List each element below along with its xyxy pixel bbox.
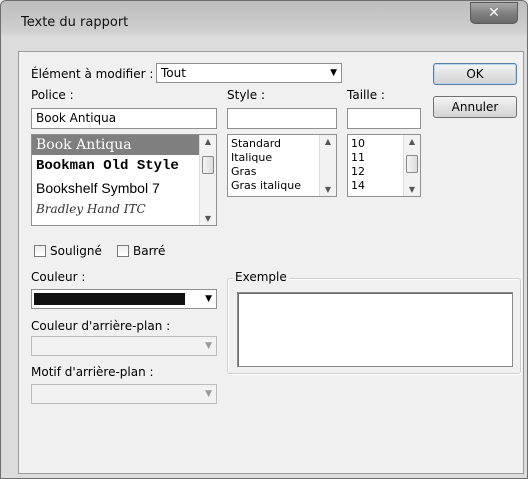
- font-list-item[interactable]: Bradley Hand ITC: [32, 199, 216, 219]
- style-list-scrollbar[interactable]: ▲ ▼: [319, 135, 336, 196]
- font-list-scrollbar[interactable]: ▲ ▼: [199, 135, 216, 225]
- element-label: Élément à modifier :: [31, 67, 154, 81]
- font-list-item-selected[interactable]: Book Antiqua: [32, 135, 200, 155]
- font-list-item[interactable]: Bookshelf Symbol 7: [32, 177, 216, 199]
- scroll-up-arrow-icon[interactable]: ▲: [404, 137, 420, 146]
- preview-box: [237, 292, 513, 367]
- close-icon: ✕: [488, 5, 500, 21]
- chevron-down-icon: ▼: [205, 294, 212, 304]
- underline-label[interactable]: Souligné: [50, 244, 102, 258]
- scroll-thumb[interactable]: [202, 156, 214, 174]
- font-list[interactable]: Book Antiqua Bookman Old Style Bookshelf…: [31, 134, 217, 226]
- dialog-window: Texte du rapport ✕ Élément à modifier : …: [0, 0, 528, 479]
- color-select[interactable]: ▼: [31, 289, 217, 309]
- color-swatch: [34, 293, 185, 305]
- dialog-client-area: Élément à modifier : Tout ▼ OK Annuler P…: [18, 51, 524, 474]
- style-label: Style :: [227, 88, 265, 102]
- size-list-scrollbar[interactable]: ▲ ▼: [403, 135, 420, 196]
- size-list[interactable]: 10 11 12 14 ▲ ▼: [347, 134, 421, 197]
- font-list-item[interactable]: Bookman Old Style: [32, 155, 216, 177]
- preview-group-label: Exemple: [233, 270, 289, 284]
- size-input[interactable]: [347, 108, 421, 129]
- bg-pattern-label: Motif d'arrière-plan :: [31, 365, 154, 379]
- style-list[interactable]: Standard Italique Gras Gras italique ▲ ▼: [227, 134, 337, 197]
- size-label: Taille :: [347, 88, 385, 102]
- window-title: Texte du rapport: [21, 15, 129, 30]
- color-label: Couleur :: [31, 270, 86, 284]
- ok-button[interactable]: OK: [433, 63, 517, 85]
- element-select-value: Tout: [161, 66, 186, 80]
- chevron-down-icon: ▼: [205, 341, 212, 351]
- title-bar[interactable]: Texte du rapport ✕: [1, 1, 527, 37]
- font-input[interactable]: Book Antiqua: [31, 108, 217, 129]
- element-select[interactable]: Tout ▼: [156, 63, 342, 83]
- scroll-down-arrow-icon[interactable]: ▼: [200, 214, 216, 223]
- bg-pattern-select[interactable]: ▼: [31, 384, 217, 404]
- close-button[interactable]: ✕: [470, 2, 518, 24]
- scroll-up-arrow-icon[interactable]: ▲: [200, 137, 216, 146]
- bg-color-label: Couleur d'arrière-plan :: [31, 319, 171, 333]
- scroll-down-arrow-icon[interactable]: ▼: [404, 185, 420, 194]
- scroll-thumb[interactable]: [406, 155, 418, 173]
- font-label: Police :: [31, 88, 74, 102]
- strikethrough-label[interactable]: Barré: [133, 244, 165, 258]
- cancel-button[interactable]: Annuler: [433, 96, 517, 118]
- chevron-down-icon: ▼: [205, 389, 212, 399]
- chevron-down-icon: ▼: [330, 68, 337, 78]
- style-input[interactable]: [227, 108, 337, 129]
- strikethrough-checkbox[interactable]: [117, 245, 129, 257]
- scroll-down-arrow-icon[interactable]: ▼: [320, 185, 336, 194]
- underline-checkbox[interactable]: [34, 245, 46, 257]
- scroll-up-arrow-icon[interactable]: ▲: [320, 137, 336, 146]
- bg-color-select[interactable]: ▼: [31, 336, 217, 356]
